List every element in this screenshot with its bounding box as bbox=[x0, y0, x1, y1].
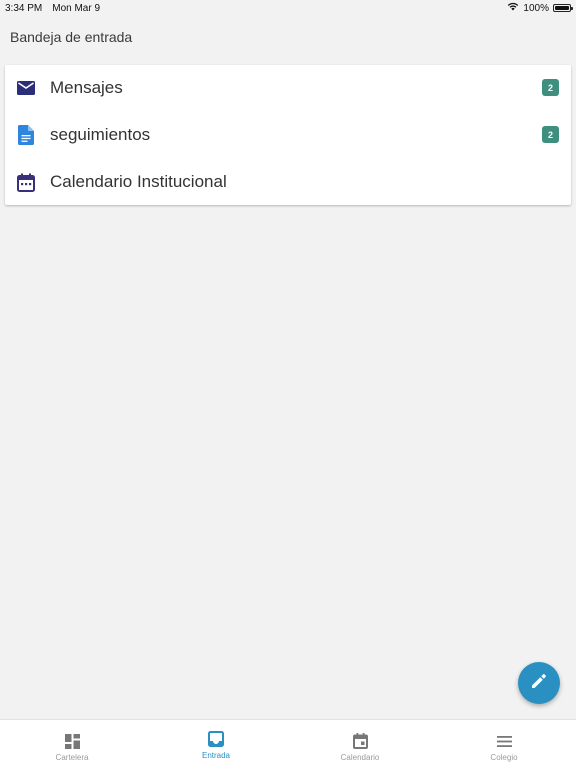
wifi-icon bbox=[507, 2, 519, 14]
menu-icon bbox=[495, 732, 513, 750]
status-date: Mon Mar 9 bbox=[52, 3, 101, 14]
document-icon bbox=[16, 125, 36, 145]
compose-button[interactable] bbox=[518, 662, 560, 704]
unread-count-badge: 2 bbox=[542, 126, 559, 143]
nav-item-entrada[interactable]: Entrada bbox=[144, 720, 288, 768]
status-right: 100% bbox=[507, 2, 573, 14]
nav-item-calendario[interactable]: Calendario bbox=[288, 720, 432, 768]
pencil-icon bbox=[531, 673, 547, 694]
inbox-icon bbox=[207, 730, 225, 748]
nav-label: Entrada bbox=[201, 751, 231, 760]
nav-label: Calendario bbox=[340, 753, 380, 762]
status-bar: 3:34 PM Mon Mar 9 100% bbox=[0, 0, 576, 16]
mail-icon bbox=[16, 78, 36, 98]
calendar-icon bbox=[351, 732, 369, 750]
inbox-item-label: Mensajes bbox=[50, 78, 123, 97]
status-time: 3:34 PM bbox=[5, 3, 43, 14]
unread-count-badge: 2 bbox=[542, 79, 559, 96]
page-title: Bandeja de entrada bbox=[10, 29, 133, 45]
inbox-item-calendario-institucional[interactable]: Calendario Institucional bbox=[5, 159, 571, 206]
status-left: 3:34 PM Mon Mar 9 bbox=[5, 3, 100, 14]
nav-item-cartelera[interactable]: Cartelera bbox=[0, 720, 144, 768]
dashboard-icon bbox=[63, 732, 81, 750]
inbox-list: Mensajes 2 seguimientos 2 Calendario Ins… bbox=[5, 65, 571, 205]
battery-percentage: 100% bbox=[523, 2, 549, 14]
inbox-item-mensajes[interactable]: Mensajes 2 bbox=[5, 65, 571, 112]
battery-fill bbox=[555, 6, 569, 10]
inbox-item-label: Calendario Institucional bbox=[50, 172, 227, 191]
nav-item-colegio[interactable]: Colegio bbox=[432, 720, 576, 768]
nav-label: Cartelera bbox=[55, 753, 89, 762]
inbox-item-label: seguimientos bbox=[50, 125, 151, 144]
app-screen: 3:34 PM Mon Mar 9 100% Bandeja de entrad… bbox=[0, 0, 576, 768]
inbox-item-seguimientos[interactable]: seguimientos 2 bbox=[5, 112, 571, 159]
battery-icon bbox=[553, 4, 573, 12]
bottom-navigation: Cartelera Entrada Calendario Colegio bbox=[0, 719, 576, 768]
nav-label: Colegio bbox=[490, 753, 518, 762]
calendar-icon bbox=[16, 172, 36, 192]
